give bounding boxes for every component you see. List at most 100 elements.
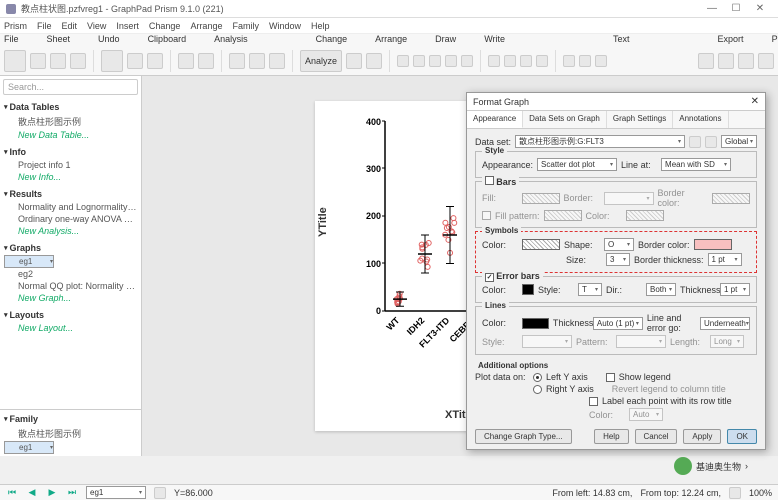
label-each-checkbox[interactable] <box>589 397 598 406</box>
nav-new-analysis[interactable]: New Analysis... <box>4 225 137 237</box>
tool-btn[interactable] <box>413 55 425 67</box>
tool-btn[interactable] <box>461 55 473 67</box>
lineat-select[interactable]: Mean with SD <box>661 158 731 171</box>
nav-new-data-table[interactable]: New Data Table... <box>4 129 137 141</box>
dataset-select[interactable]: 散点柱形图示例:G:FLT3 <box>515 135 685 148</box>
nav-item[interactable]: eg2 <box>4 268 137 280</box>
tool-btn[interactable] <box>429 55 441 67</box>
cancel-button[interactable]: Cancel <box>635 429 678 444</box>
tool-btn[interactable] <box>127 53 143 69</box>
symbol-size[interactable]: 3 <box>606 253 630 266</box>
tool-btn[interactable] <box>366 53 382 69</box>
nav-new-graph[interactable]: New Graph... <box>4 292 137 304</box>
nav-new-info[interactable]: New Info... <box>4 171 137 183</box>
menu-insert[interactable]: Insert <box>116 21 139 31</box>
nav-info[interactable]: Info <box>4 145 137 159</box>
tool-btn[interactable] <box>445 55 457 67</box>
nav-item[interactable]: Normality and Lognormality Te... <box>4 201 137 213</box>
nav-layouts[interactable]: Layouts <box>4 308 137 322</box>
symbol-shape[interactable]: O <box>604 238 634 251</box>
tool-btn[interactable] <box>249 53 265 69</box>
appearance-select[interactable]: Scatter dot plot <box>537 158 617 171</box>
menu-help[interactable]: Help <box>311 21 330 31</box>
tab-appearance[interactable]: Appearance <box>467 111 523 128</box>
fill-pattern-checkbox[interactable] <box>482 211 491 220</box>
status-btn[interactable] <box>154 487 166 499</box>
line-thickness[interactable]: Auto (1 pt) <box>593 317 643 330</box>
nav-item-eg1[interactable]: eg1 <box>4 255 54 268</box>
menu-window[interactable]: Window <box>269 21 301 31</box>
redo-button[interactable] <box>198 53 214 69</box>
print-button[interactable] <box>718 53 734 69</box>
tool-btn[interactable] <box>488 55 500 67</box>
nav-item[interactable]: 散点柱形图示例 <box>4 114 137 129</box>
bars-checkbox[interactable] <box>485 176 494 185</box>
next-dataset-button[interactable] <box>705 136 717 148</box>
next-sheet-button[interactable]: ▶ <box>46 487 58 499</box>
line-length[interactable]: Long <box>710 335 744 348</box>
nav-item[interactable]: Normal QQ plot: Normality an... <box>4 280 137 292</box>
left-y-radio[interactable] <box>533 373 542 382</box>
analyze-button[interactable]: Analyze <box>300 50 342 72</box>
dialog-close-button[interactable]: ✕ <box>751 96 759 107</box>
close-button[interactable]: ✕ <box>748 2 772 16</box>
tool-btn[interactable] <box>536 55 548 67</box>
menu-file[interactable]: File <box>37 21 52 31</box>
nav-data-tables[interactable]: Data Tables <box>4 100 137 114</box>
apply-button[interactable]: Apply <box>683 429 721 444</box>
line-color[interactable] <box>522 318 549 329</box>
symbol-color[interactable] <box>522 239 560 250</box>
help-button[interactable]: Help <box>594 429 628 444</box>
sheet-icon[interactable] <box>101 50 123 72</box>
maximize-button[interactable]: ☐ <box>724 2 748 16</box>
errorbar-dir[interactable]: Both <box>646 283 676 296</box>
fill-swatch[interactable] <box>522 193 560 204</box>
errorbar-thickness[interactable]: 1 pt <box>720 283 750 296</box>
errorbar-style[interactable]: T <box>578 283 602 296</box>
bar-border-color[interactable] <box>712 193 750 204</box>
tool-btn[interactable] <box>563 55 575 67</box>
tool-btn[interactable] <box>70 53 86 69</box>
tool-btn[interactable] <box>520 55 532 67</box>
last-sheet-button[interactable]: ⏭ <box>66 487 78 499</box>
tool-btn[interactable] <box>30 53 46 69</box>
undo-button[interactable] <box>178 53 194 69</box>
tool-btn[interactable] <box>504 55 516 67</box>
tool-btn[interactable] <box>147 53 163 69</box>
family-item[interactable]: eg1 <box>4 441 54 454</box>
nav-item[interactable]: Ordinary one-way ANOVA of ... <box>4 213 137 225</box>
file-icon[interactable] <box>4 50 26 72</box>
tool-btn[interactable] <box>579 55 591 67</box>
right-y-radio[interactable] <box>533 385 542 394</box>
line-goes[interactable]: Underneath <box>700 317 750 330</box>
nav-item[interactable]: Project info 1 <box>4 159 137 171</box>
global-select[interactable]: Global <box>721 135 757 148</box>
bar-border-select[interactable] <box>604 192 654 205</box>
y-axis-title[interactable]: YTitle <box>317 207 329 237</box>
menu-prism[interactable]: Prism <box>4 21 27 31</box>
family-item[interactable]: 散点柱形图示例 <box>4 426 137 441</box>
zoom-out-button[interactable] <box>729 487 741 499</box>
tool-btn[interactable] <box>50 53 66 69</box>
symbol-border-thickness[interactable]: 1 pt <box>708 253 742 266</box>
nav-new-layout[interactable]: New Layout... <box>4 322 137 334</box>
tool-btn[interactable] <box>397 55 409 67</box>
menu-family[interactable]: Family <box>232 21 259 31</box>
menu-change[interactable]: Change <box>149 21 181 31</box>
help-button[interactable] <box>758 53 774 69</box>
tool-btn[interactable] <box>595 55 607 67</box>
change-graph-type-button[interactable]: Change Graph Type... <box>475 429 572 444</box>
first-sheet-button[interactable]: ⏮ <box>6 487 18 499</box>
sheet-select[interactable]: eg1 <box>86 486 146 499</box>
tool-btn[interactable] <box>269 53 285 69</box>
export-button[interactable] <box>698 53 714 69</box>
errorbars-checkbox[interactable] <box>485 273 494 282</box>
prev-sheet-button[interactable]: ◀ <box>26 487 38 499</box>
tab-annotations[interactable]: Annotations <box>673 111 728 128</box>
errorbar-color[interactable] <box>522 284 534 295</box>
prev-dataset-button[interactable] <box>689 136 701 148</box>
minimize-button[interactable]: — <box>700 2 724 16</box>
symbol-border-color[interactable] <box>694 239 732 250</box>
ok-button[interactable]: OK <box>727 429 757 444</box>
tab-graph-settings[interactable]: Graph Settings <box>607 111 673 128</box>
